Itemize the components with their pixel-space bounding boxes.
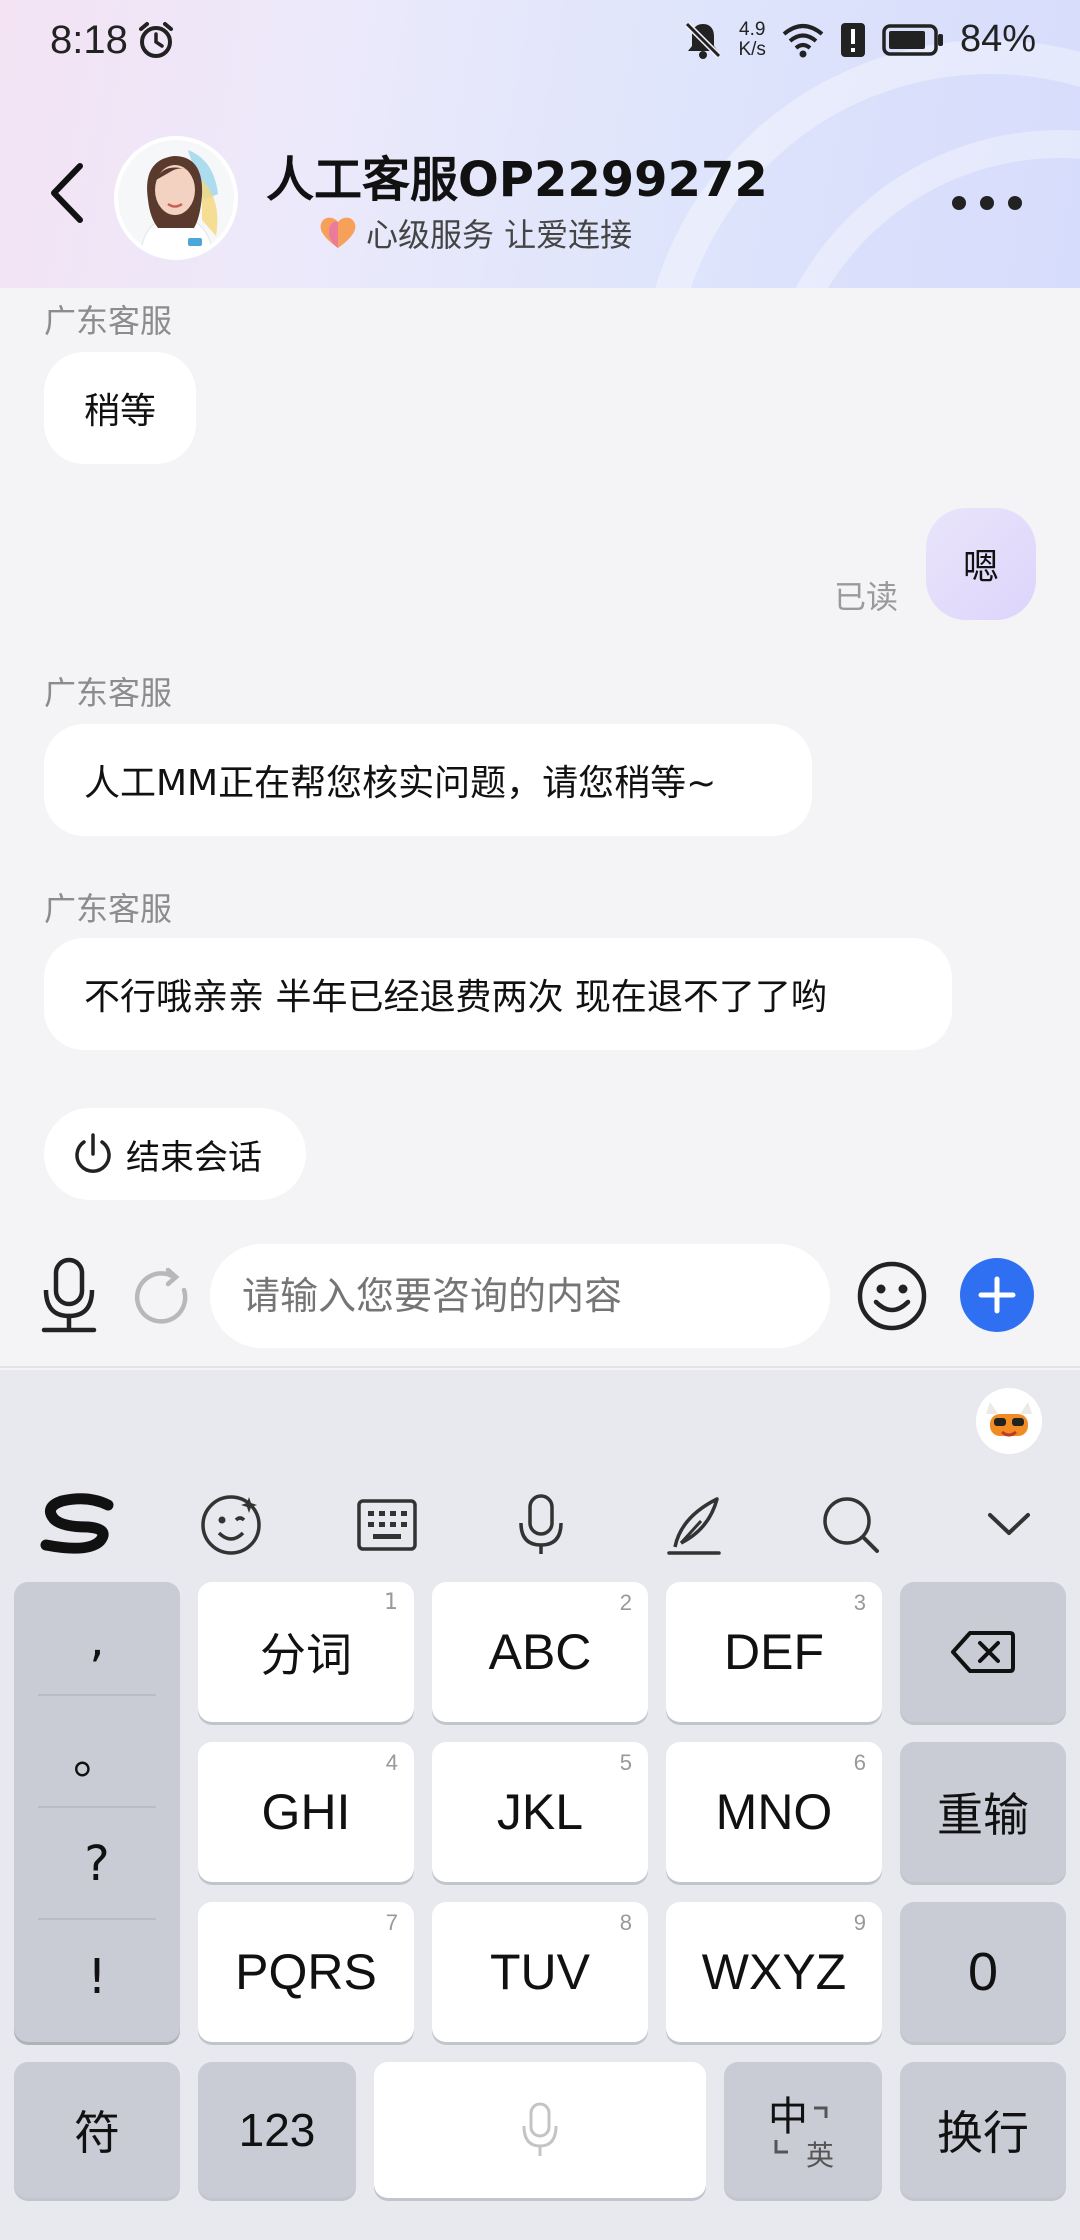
key-number: 7 (385, 1910, 398, 1935)
ime-mascot-icon[interactable] (976, 1388, 1042, 1454)
agent-message-bubble: 稍等 (44, 352, 196, 464)
key-number: 8 (619, 1910, 632, 1935)
key-label: JKL (496, 1784, 584, 1840)
end-chat-button[interactable]: 结束会话 (44, 1108, 306, 1200)
alarm-icon (139, 22, 173, 58)
agent-avatar[interactable] (114, 136, 238, 260)
key-label: WXYZ (701, 1944, 847, 2000)
zero-key[interactable]: 0 (900, 1902, 1066, 2042)
key-3[interactable]: DEF 3 (666, 1582, 882, 1722)
message-sender: 广东客服 (44, 674, 173, 712)
key-label: MNO (715, 1784, 833, 1840)
key-number: 6 (853, 1750, 866, 1775)
handwriting-icon[interactable] (660, 1490, 730, 1560)
my-message-bubble: 嗯 (926, 508, 1036, 620)
agent-message-bubble: 人工MM正在帮您核实问题，请您稍等~ (44, 724, 812, 836)
network-speed-unit: K/s (738, 38, 766, 60)
punct-key-exclaim[interactable]: ! (38, 1922, 156, 2032)
end-chat-label: 结束会话 (126, 1137, 262, 1178)
ime-keyboard: , 。 ? ! 分词 1 ABC 2 DEF 3 GHI 4 JKL 5 MNO… (0, 1370, 1080, 2240)
message-sender: 广东客服 (44, 890, 173, 928)
search-icon[interactable] (816, 1490, 886, 1560)
alert-icon (840, 22, 865, 57)
network-speed: 4.9 K/s (738, 18, 766, 60)
voice-tool-icon[interactable] (506, 1490, 576, 1560)
status-time: 8:18 (50, 18, 128, 62)
key-number: 5 (619, 1750, 632, 1775)
heart-icon (320, 217, 356, 248)
message-sender: 广东客服 (44, 302, 173, 340)
numbers-key[interactable]: 123 (198, 2062, 356, 2198)
plus-icon (978, 1276, 1016, 1314)
key-4[interactable]: GHI 4 (198, 1742, 414, 1882)
chat-subtitle: 心级服务 让爱连接 (366, 216, 633, 254)
key-label: TUV (490, 1944, 590, 2000)
agent-message-bubble: 不行哦亲亲 半年已经退费两次 现在退不了了哟 (44, 938, 952, 1050)
key-number: 3 (853, 1590, 866, 1615)
space-key[interactable] (374, 2062, 706, 2198)
key-1[interactable]: 分词 1 (198, 1582, 414, 1722)
enter-key[interactable]: 换行 (900, 2062, 1066, 2198)
key-label: ABC (488, 1624, 592, 1680)
chat-header: 8:18 4.9 K/s 84% 人工客服OP2299272 心级服务 让爱连接 (0, 0, 1080, 288)
key-number: 2 (619, 1590, 632, 1615)
emoji-tool-icon[interactable] (196, 1490, 266, 1560)
key-5[interactable]: JKL 5 (432, 1742, 648, 1882)
message-input-bar (0, 1232, 1080, 1368)
logo-s-icon (40, 1493, 114, 1554)
refresh-icon[interactable] (132, 1266, 196, 1330)
key-number: 4 (385, 1750, 398, 1775)
punct-key-comma[interactable]: , (38, 1586, 156, 1696)
message-input[interactable] (210, 1244, 830, 1348)
key-label: GHI (261, 1784, 351, 1840)
mascot-image (976, 1388, 1042, 1454)
mic-icon (522, 2102, 558, 2156)
toggle-bracket-icon (774, 2106, 828, 2154)
punct-key-period[interactable]: 。 (38, 1698, 156, 1808)
key-number: 9 (853, 1910, 866, 1935)
key-9[interactable]: WXYZ 9 (666, 1902, 882, 2042)
backspace-key[interactable] (900, 1582, 1066, 1722)
dot-icon (1008, 196, 1022, 210)
chat-title: 人工客服OP2299272 (266, 152, 768, 208)
add-attachment-button[interactable] (960, 1258, 1034, 1332)
key-label: DEF (724, 1624, 824, 1680)
collapse-keyboard-icon[interactable] (974, 1490, 1044, 1560)
reenter-key[interactable]: 重输 (900, 1742, 1066, 1882)
key-7[interactable]: PQRS 7 (198, 1902, 414, 2042)
dot-icon (952, 196, 966, 210)
network-speed-value: 4.9 (739, 18, 766, 40)
wifi-icon (782, 23, 824, 57)
battery-percent: 84% (959, 18, 1036, 60)
sogou-logo-icon[interactable] (38, 1490, 118, 1560)
more-options-button[interactable] (952, 196, 1022, 210)
punctuation-column: , 。 ? ! (14, 1582, 180, 2042)
backspace-icon (951, 1631, 1015, 1673)
punct-key-question[interactable]: ? (38, 1810, 156, 1920)
key-label: 分词 (260, 1628, 352, 1682)
key-label: PQRS (235, 1944, 377, 2000)
key-2[interactable]: ABC 2 (432, 1582, 648, 1722)
read-status: 已读 (834, 578, 899, 616)
voice-input-button[interactable] (38, 1256, 100, 1336)
avatar-image (118, 140, 234, 256)
emoji-button[interactable] (856, 1260, 928, 1332)
battery-icon (882, 23, 943, 56)
keyboard-layout-icon[interactable] (352, 1490, 422, 1560)
power-icon (75, 1133, 111, 1173)
key-6[interactable]: MNO 6 (666, 1742, 882, 1882)
ime-toolbar (0, 1470, 1080, 1580)
key-number: 1 (384, 1590, 398, 1615)
status-bar: 8:18 4.9 K/s 84% (0, 0, 1080, 84)
back-button[interactable] (42, 158, 92, 228)
symbols-key[interactable]: 符 (14, 2062, 180, 2198)
mute-icon (685, 21, 722, 59)
status-icons: 4.9 K/s 84% (684, 18, 1036, 61)
dot-icon (980, 196, 994, 210)
language-toggle-key[interactable]: 中 英 (724, 2062, 882, 2198)
key-8[interactable]: TUV 8 (432, 1902, 648, 2042)
